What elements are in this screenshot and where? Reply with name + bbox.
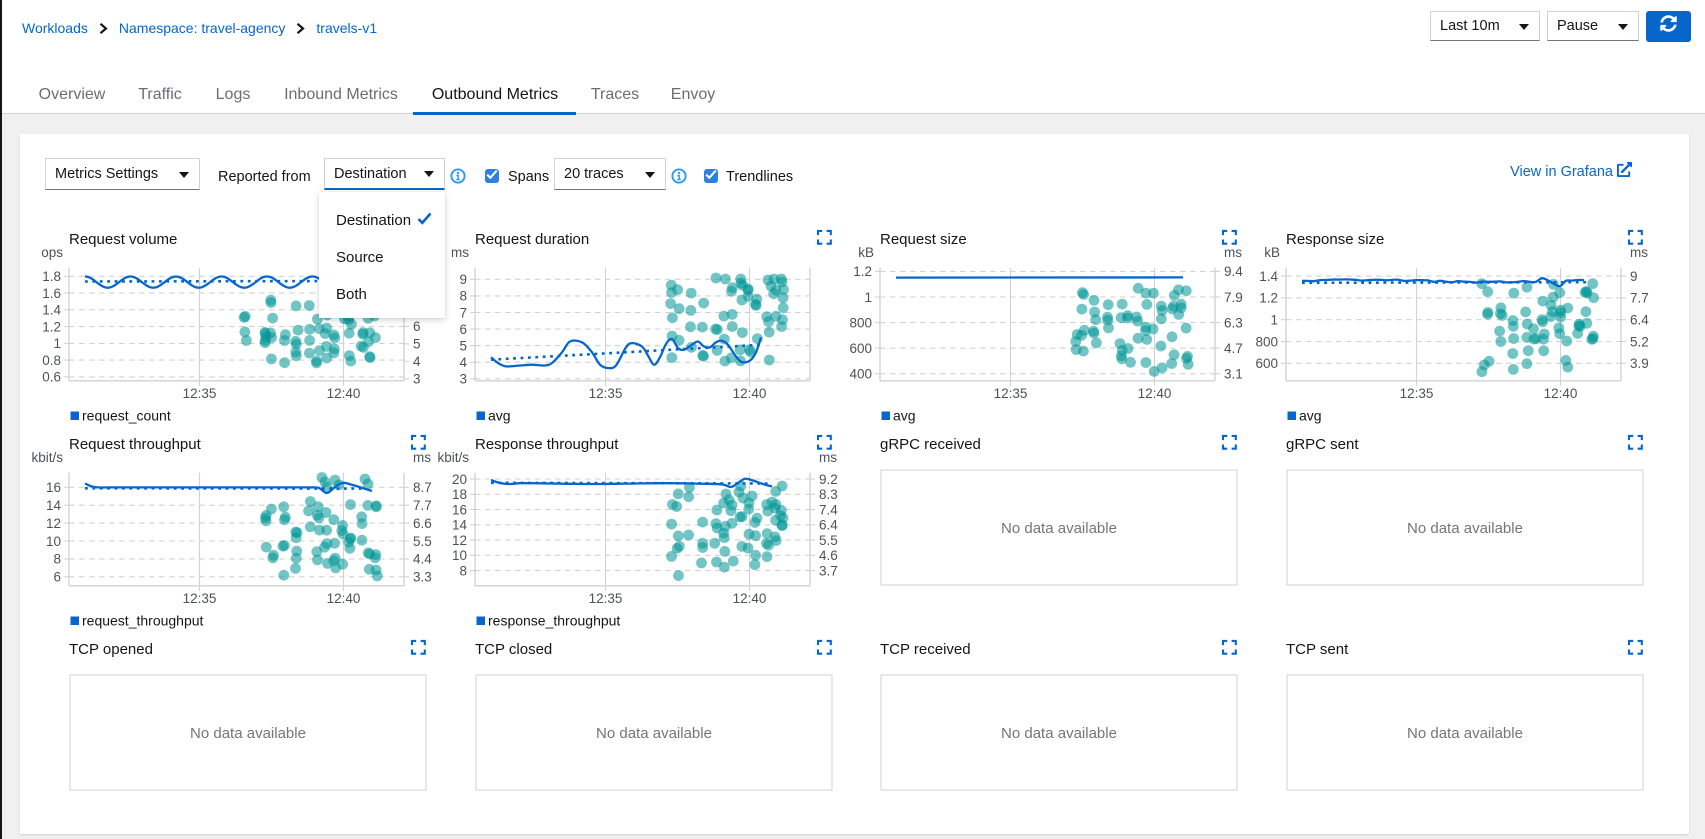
svg-text:3.9: 3.9: [1630, 356, 1649, 371]
svg-text:No data available: No data available: [1001, 520, 1117, 537]
svg-text:1: 1: [1271, 313, 1279, 328]
svg-text:0.6: 0.6: [42, 370, 61, 385]
svg-text:14: 14: [452, 518, 468, 533]
svg-text:6.4: 6.4: [1630, 313, 1649, 328]
svg-text:800: 800: [1256, 334, 1279, 349]
svg-text:16: 16: [452, 502, 467, 517]
svg-text:Request size: Request size: [880, 231, 967, 248]
svg-text:1.2: 1.2: [854, 264, 873, 279]
svg-text:ms: ms: [451, 245, 469, 260]
svg-text:7: 7: [459, 305, 467, 320]
svg-text:8: 8: [459, 563, 467, 578]
svg-text:12:40: 12:40: [327, 591, 361, 606]
svg-text:kbit/s: kbit/s: [437, 450, 469, 465]
svg-text:1.6: 1.6: [42, 286, 61, 301]
svg-text:3: 3: [459, 372, 467, 387]
svg-text:12:35: 12:35: [183, 386, 217, 401]
svg-text:request_count: request_count: [82, 408, 171, 424]
svg-text:response_throughput: response_throughput: [488, 613, 620, 629]
svg-text:16: 16: [46, 480, 61, 495]
svg-text:9: 9: [1630, 269, 1638, 284]
svg-text:kB: kB: [1264, 245, 1280, 260]
svg-text:No data available: No data available: [1407, 725, 1523, 742]
svg-text:No data available: No data available: [1407, 520, 1523, 537]
svg-text:No data available: No data available: [190, 725, 306, 742]
svg-text:1.4: 1.4: [1259, 269, 1278, 284]
svg-text:TCP sent: TCP sent: [1286, 641, 1349, 658]
svg-text:1.4: 1.4: [42, 303, 61, 318]
svg-text:12:35: 12:35: [183, 591, 217, 606]
svg-text:20: 20: [452, 472, 467, 487]
svg-text:12:40: 12:40: [1138, 386, 1172, 401]
svg-text:Request volume: Request volume: [69, 231, 177, 248]
svg-text:1.2: 1.2: [1259, 291, 1278, 306]
svg-text:6: 6: [53, 570, 61, 585]
svg-text:TCP received: TCP received: [880, 641, 971, 658]
svg-text:No data available: No data available: [1001, 725, 1117, 742]
svg-text:400: 400: [850, 367, 873, 382]
svg-text:TCP opened: TCP opened: [69, 641, 153, 658]
svg-text:No data available: No data available: [596, 725, 712, 742]
svg-text:kB: kB: [859, 245, 875, 260]
svg-text:Response size: Response size: [1286, 231, 1384, 248]
svg-text:18: 18: [452, 487, 467, 502]
svg-text:12:40: 12:40: [327, 386, 361, 401]
svg-text:9: 9: [459, 272, 467, 287]
svg-text:12:40: 12:40: [732, 591, 766, 606]
svg-text:avg: avg: [1299, 408, 1322, 424]
svg-text:1: 1: [53, 336, 61, 351]
svg-text:ops: ops: [41, 245, 63, 260]
svg-text:600: 600: [850, 341, 873, 356]
svg-text:6: 6: [459, 322, 467, 337]
svg-text:avg: avg: [488, 408, 511, 424]
svg-text:1.2: 1.2: [42, 319, 61, 334]
svg-text:600: 600: [1256, 356, 1279, 371]
svg-text:800: 800: [850, 315, 873, 330]
svg-text:8: 8: [459, 289, 467, 304]
svg-text:14: 14: [46, 498, 62, 513]
svg-text:10: 10: [452, 548, 467, 563]
svg-text:12:40: 12:40: [1544, 386, 1578, 401]
svg-text:12:35: 12:35: [1400, 386, 1434, 401]
svg-text:4: 4: [459, 355, 467, 370]
svg-text:gRPC received: gRPC received: [880, 436, 981, 453]
svg-text:12:35: 12:35: [588, 386, 622, 401]
svg-text:Response throughput: Response throughput: [475, 436, 619, 453]
svg-text:kbit/s: kbit/s: [31, 450, 63, 465]
svg-text:TCP closed: TCP closed: [475, 641, 552, 658]
svg-text:12: 12: [46, 516, 61, 531]
svg-text:5.2: 5.2: [1630, 334, 1649, 349]
svg-text:Request throughput: Request throughput: [69, 436, 202, 453]
svg-text:Request duration: Request duration: [475, 231, 589, 248]
svg-text:8: 8: [53, 552, 61, 567]
svg-text:avg: avg: [893, 408, 916, 424]
svg-text:12:35: 12:35: [994, 386, 1028, 401]
svg-text:12:35: 12:35: [588, 591, 622, 606]
svg-text:ms: ms: [1630, 245, 1648, 260]
svg-text:1: 1: [865, 290, 873, 305]
svg-text:12:40: 12:40: [732, 386, 766, 401]
svg-text:7.7: 7.7: [1630, 291, 1649, 306]
svg-text:request_throughput: request_throughput: [82, 613, 204, 629]
svg-text:1.8: 1.8: [42, 269, 61, 284]
svg-text:5: 5: [459, 338, 467, 353]
svg-text:12: 12: [452, 533, 467, 548]
svg-text:0.8: 0.8: [42, 353, 61, 368]
svg-text:10: 10: [46, 534, 61, 549]
svg-text:gRPC sent: gRPC sent: [1286, 436, 1359, 453]
